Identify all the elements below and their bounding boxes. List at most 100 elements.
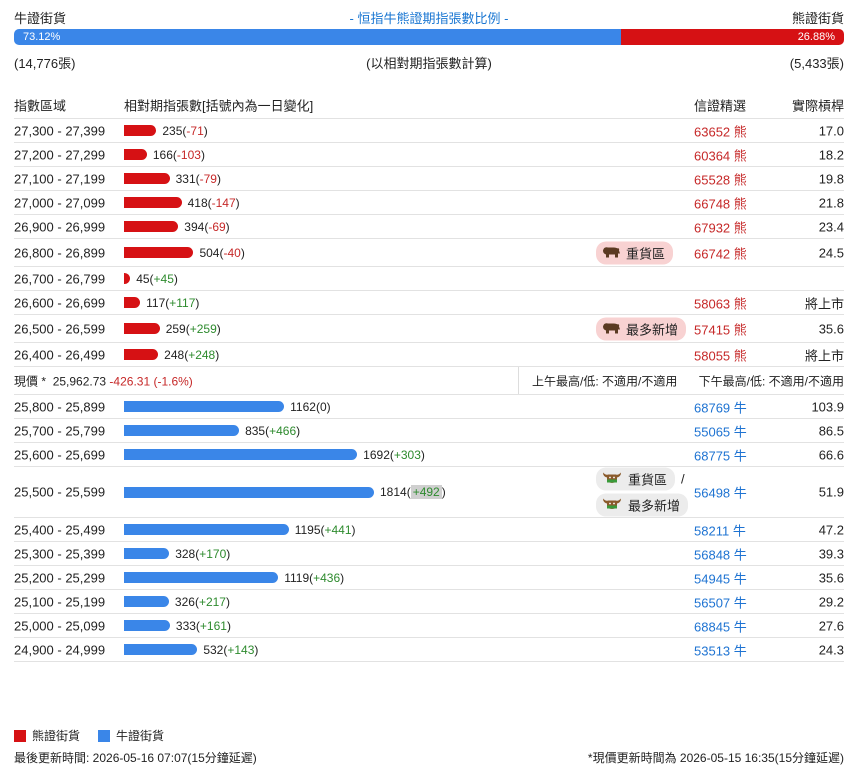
warrant-type: 熊 <box>733 196 747 211</box>
row-count: 1195 <box>294 522 321 537</box>
warrant-code[interactable]: 68845 <box>694 619 730 634</box>
current-price: 現價 * 25,962.73 -426.31 (-1.6%) <box>14 372 193 389</box>
row-range: 25,000 - 25,099 <box>14 618 106 633</box>
warrant-code-link[interactable]: 68769 牛 <box>694 397 747 416</box>
row-count-text: 259(+259) <box>166 322 221 336</box>
warrant-type: 牛 <box>733 485 747 501</box>
row-range: 25,100 - 25,199 <box>14 594 106 609</box>
row-change: -79 <box>199 171 217 186</box>
ratio-bear-percent: 26.88% <box>797 31 835 43</box>
row-count: 331 <box>175 171 196 186</box>
row-range: 26,500 - 26,599 <box>14 321 106 336</box>
row-bar-group: 504(-40) <box>124 246 245 260</box>
row-count: 248 <box>164 347 185 362</box>
warrant-code[interactable]: 67932 <box>694 220 730 235</box>
row-count: 1162 <box>290 399 316 414</box>
warrant-code[interactable]: 56498 <box>694 486 730 501</box>
paren: ) <box>173 271 178 286</box>
warrant-code[interactable]: 57415 <box>694 322 730 337</box>
warrant-code[interactable]: 53513 <box>694 643 730 658</box>
row-leverage: 21.8 <box>818 195 844 210</box>
bull-icon <box>601 470 623 489</box>
warrant-code[interactable]: 58063 <box>694 296 730 311</box>
row-change: -71 <box>186 123 204 138</box>
bear-bar <box>124 173 170 184</box>
tag-line: 最多新增 <box>596 493 689 517</box>
bull-bar <box>124 401 285 412</box>
warrant-code-link[interactable]: 66742 熊 <box>694 243 747 262</box>
warrant-code[interactable]: 55065 <box>694 424 730 439</box>
warrant-code[interactable]: 66742 <box>694 246 730 261</box>
warrant-code-link[interactable]: 56507 牛 <box>694 592 747 611</box>
row-range: 26,900 - 26,999 <box>14 219 106 234</box>
paren: ) <box>235 195 240 210</box>
tag-label: 最多新增 <box>628 498 681 514</box>
legend-bear-label: 熊證街貨 <box>32 729 81 743</box>
warrant-code[interactable]: 68775 <box>694 448 730 463</box>
table-row: 25,300 - 25,399 328(+170) 56848 牛 39.3 <box>14 542 844 566</box>
bear-icon <box>601 244 621 261</box>
row-change: +492 <box>410 485 442 499</box>
warrant-code-link[interactable]: 56848 牛 <box>694 544 747 563</box>
warrant-code-link[interactable]: 63652 熊 <box>694 121 747 140</box>
warrant-code[interactable]: 60364 <box>694 148 730 163</box>
warrant-code-link[interactable]: 58211 牛 <box>694 520 746 539</box>
warrant-code-link[interactable]: 67932 熊 <box>694 217 747 236</box>
row-range: 25,800 - 25,899 <box>14 399 106 414</box>
row-count-text: 248(+248) <box>164 348 219 362</box>
chart-title: - 恒指牛熊證期指張數比例 - <box>349 11 509 26</box>
row-bar-group: 235(-71) <box>124 124 208 138</box>
row-change: +170 <box>199 546 227 561</box>
row-leverage: 23.4 <box>818 219 844 234</box>
warrant-code-link[interactable]: 55065 牛 <box>694 421 747 440</box>
paren: ) <box>296 423 301 438</box>
paren: ) <box>216 171 221 186</box>
row-count: 259 <box>165 321 186 336</box>
warrant-type: 牛 <box>733 400 747 415</box>
warrant-code[interactable]: 56507 <box>694 595 730 610</box>
warrant-code-link[interactable]: 60364 熊 <box>694 145 747 164</box>
row-change: +217 <box>198 594 226 609</box>
warrant-code[interactable]: 66748 <box>694 196 730 211</box>
warrant-code[interactable]: 63652 <box>694 124 730 139</box>
warrant-code[interactable]: 54945 <box>694 571 730 586</box>
warrant-code-link[interactable]: 54945 牛 <box>694 568 747 587</box>
warrant-code-link[interactable]: 66748 熊 <box>694 193 747 212</box>
row-change: +45 <box>153 271 174 286</box>
row-count: 1119 <box>284 570 310 585</box>
row-count-text: 117(+117) <box>146 296 199 310</box>
price-change: -426.31 (-1.6%) <box>109 374 193 388</box>
warrant-code[interactable]: 58055 <box>694 348 730 363</box>
row-change: +436 <box>313 570 341 585</box>
warrant-code-link[interactable]: 58063 熊 <box>694 293 747 312</box>
bull-bar <box>124 644 198 655</box>
row-count-text: 331(-79) <box>176 172 221 186</box>
warrant-code[interactable]: 56848 <box>694 547 730 562</box>
row-range: 25,600 - 25,699 <box>14 447 106 462</box>
warrant-code-link[interactable]: 56498 牛 <box>694 483 747 502</box>
warrant-code[interactable]: 65528 <box>694 172 730 187</box>
warrant-code-link[interactable]: 57415 熊 <box>694 319 747 338</box>
bull-icon <box>601 496 623 515</box>
table-row: 26,500 - 26,599 259(+259) 最多新增 57415 熊 35.6 <box>14 315 844 343</box>
warrant-code[interactable]: 68769 <box>694 400 730 415</box>
warrant-code-link[interactable]: 65528 熊 <box>694 169 747 188</box>
table-row: 27,200 - 27,299 166(-103) 60364 熊 18.2 <box>14 143 844 167</box>
row-count: 1692 <box>363 447 390 462</box>
warrant-code-link[interactable]: 58055 熊 <box>694 345 747 364</box>
row-count-text: 328(+170) <box>175 547 230 561</box>
warrant-code-link[interactable]: 53513 牛 <box>694 640 747 659</box>
warrant-code-link[interactable]: 68775 牛 <box>694 445 747 464</box>
table-row: 25,100 - 25,199 326(+217) 56507 牛 29.2 <box>14 590 844 614</box>
warrant-code-link[interactable]: 68845 牛 <box>694 616 747 635</box>
tag-badge: 最多新增 <box>596 493 689 517</box>
warrant-code[interactable]: 58211 <box>694 523 729 538</box>
row-range: 25,200 - 25,299 <box>14 570 106 585</box>
row-range: 25,700 - 25,799 <box>14 423 106 438</box>
top-header: 牛證街貨 - 恒指牛熊證期指張數比例 - 熊證街貨 <box>14 8 844 26</box>
row-change: -103 <box>176 147 201 162</box>
row-change: +248 <box>188 347 216 362</box>
bear-bar <box>124 323 160 334</box>
row-leverage: 86.5 <box>818 423 844 438</box>
warrant-type: 熊 <box>733 322 747 337</box>
